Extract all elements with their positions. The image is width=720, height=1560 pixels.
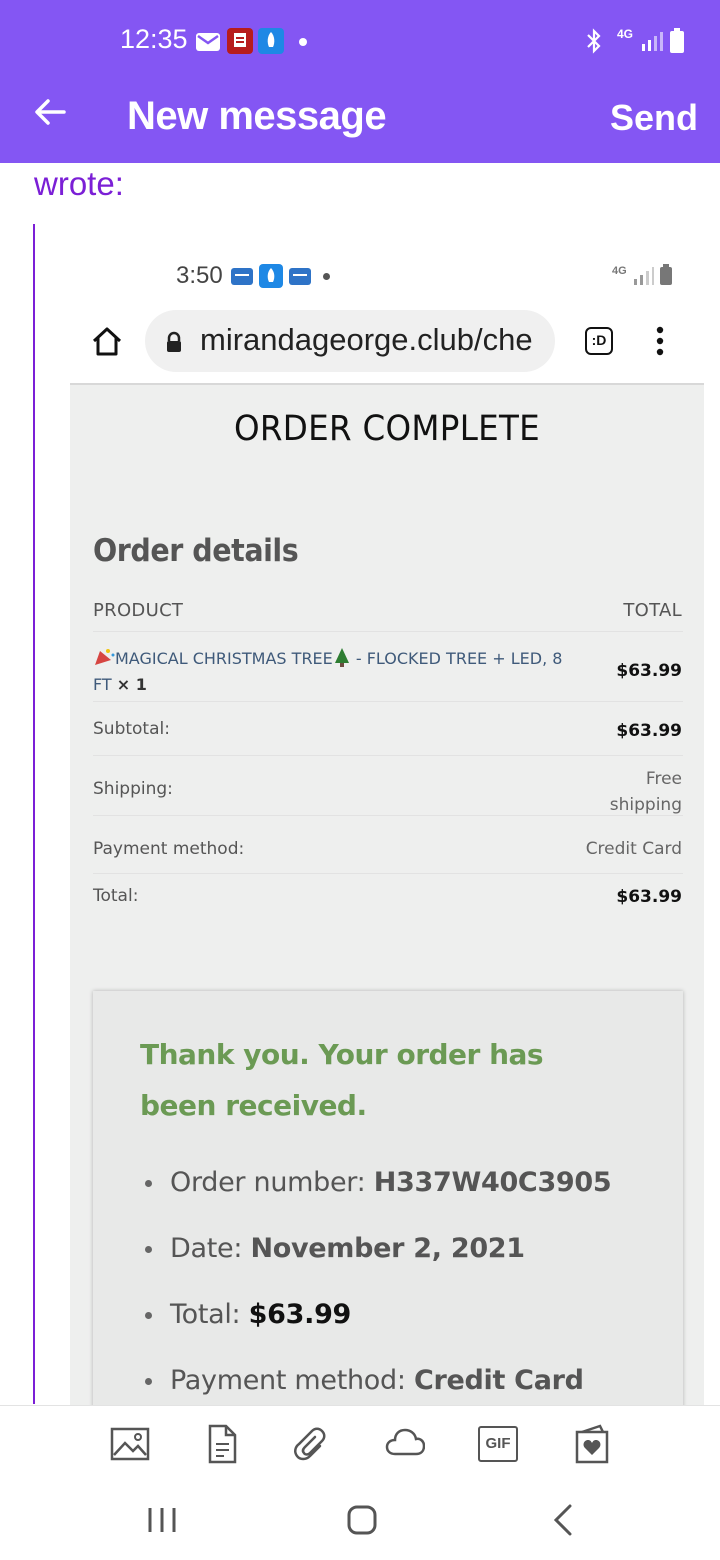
divider	[93, 873, 683, 874]
divider	[93, 815, 683, 816]
quote-attribution: wrote:	[34, 165, 124, 202]
compose-toolbar: GIF	[0, 1405, 720, 1480]
mail-icon	[196, 33, 220, 51]
embedded-status-time: 3:50	[176, 262, 223, 289]
total-value: $63.99	[616, 887, 682, 907]
app-bar: 12:35 4G New message Send	[0, 0, 720, 163]
order-date: November 2, 2021	[250, 1233, 525, 1264]
shipping-label: Shipping:	[93, 779, 173, 799]
subtotal-value: $63.99	[616, 721, 682, 741]
recent-apps-icon[interactable]	[142, 1500, 182, 1540]
order-number: H337W40C3905	[373, 1167, 612, 1198]
order-total: $63.99	[248, 1299, 352, 1330]
total-label: Total:	[93, 886, 139, 906]
column-header-total: TOTAL	[623, 600, 682, 621]
product-name: MAGICAL CHRISTMAS TREE - FLOCKED TREE + …	[93, 646, 563, 698]
party-popper-icon	[95, 649, 115, 665]
column-header-product: PRODUCT	[93, 600, 184, 621]
home-icon[interactable]	[90, 325, 124, 357]
notification-dot-icon	[323, 273, 330, 280]
signal-icon	[642, 32, 663, 51]
pdf-app-icon	[227, 28, 253, 54]
embedded-network-label: 4G	[612, 265, 627, 277]
thank-you-message: Thank you. Your order has been received.	[140, 1038, 544, 1122]
url-text: mirandageorge.club/che	[200, 322, 533, 357]
embedded-web-page: ORDER COMPLETE Order details PRODUCT TOT…	[70, 383, 704, 1405]
page-title: New message	[127, 94, 387, 138]
order-confirmation-box: Thank you. Your order has been received.…	[93, 991, 683, 1405]
folder-icon	[289, 268, 311, 285]
home-nav-icon[interactable]	[342, 1500, 382, 1540]
cloud-icon[interactable]	[385, 1424, 425, 1464]
order-number-item: Order number: H337W40C3905	[145, 1167, 612, 1198]
product-total: $63.99	[616, 661, 682, 681]
order-total-item: Total: $63.99	[145, 1299, 351, 1330]
order-details-title: Order details	[93, 533, 299, 569]
order-date-item: Date: November 2, 2021	[145, 1233, 525, 1264]
document-icon[interactable]	[202, 1424, 242, 1464]
rocket-app-icon	[258, 28, 284, 54]
payment-method: Credit Card	[413, 1365, 584, 1396]
divider	[93, 755, 683, 756]
gif-button[interactable]: GIF	[478, 1426, 518, 1462]
rocket-app-icon	[259, 264, 283, 288]
lock-icon	[167, 331, 181, 352]
quote-bar	[33, 224, 35, 1404]
network-type-label: 4G	[617, 27, 634, 41]
more-options-icon[interactable]	[654, 325, 666, 357]
battery-icon	[670, 28, 684, 53]
product-quantity: × 1	[116, 675, 147, 694]
payment-method-item: Payment method: Credit Card	[145, 1365, 584, 1396]
subtotal-label: Subtotal:	[93, 719, 170, 739]
system-nav-bar	[0, 1480, 720, 1560]
product-name-part3: FT	[93, 675, 112, 694]
notification-dot-icon	[299, 38, 307, 46]
sticker-card-icon[interactable]	[572, 1424, 612, 1464]
shipping-value: Free shipping	[609, 769, 682, 815]
product-name-part1: MAGICAL CHRISTMAS TREE	[115, 649, 333, 668]
christmas-tree-icon	[334, 648, 349, 667]
signal-icon	[634, 267, 654, 285]
attachment-icon[interactable]	[292, 1424, 332, 1464]
bluetooth-icon	[587, 28, 601, 54]
payment-method-value: Credit Card	[585, 839, 682, 859]
battery-icon	[660, 264, 672, 285]
tab-switcher-button[interactable]: :D	[585, 327, 613, 355]
status-time: 12:35	[120, 24, 188, 54]
order-complete-heading: ORDER COMPLETE	[234, 409, 540, 449]
payment-method-label: Payment method:	[93, 839, 245, 859]
product-name-part2: - FLOCKED TREE + LED, 8	[350, 649, 563, 668]
send-button[interactable]: Send	[610, 97, 698, 139]
folder-icon	[231, 268, 253, 285]
back-nav-icon[interactable]	[544, 1500, 584, 1540]
divider	[93, 631, 683, 632]
image-icon[interactable]	[110, 1424, 150, 1464]
back-arrow-icon[interactable]	[30, 92, 70, 132]
divider	[93, 701, 683, 702]
